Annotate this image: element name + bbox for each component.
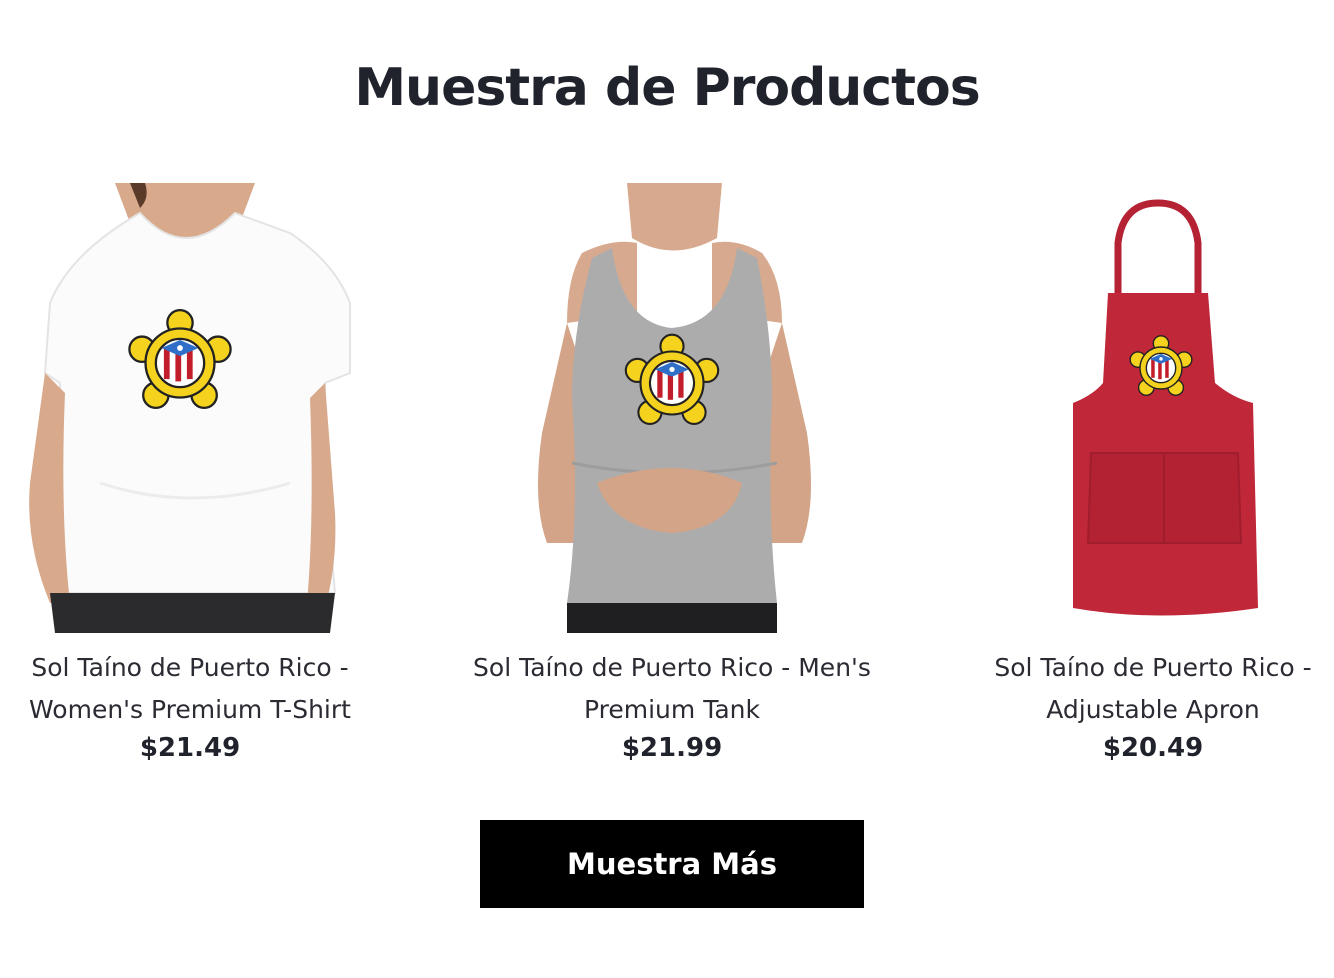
- product-price: $21.49: [139, 733, 241, 763]
- product-card-mens-tank: Sol Taíno de Puerto Rico - Men's Premium…: [472, 183, 872, 783]
- womens-tshirt-image[interactable]: [0, 183, 390, 633]
- show-more-button[interactable]: Muestra Más: [480, 820, 864, 908]
- product-name[interactable]: Sol Taíno de Puerto Rico - Women's Premi…: [0, 647, 390, 731]
- product-card-womens-tshirt: Sol Taíno de Puerto Rico - Women's Premi…: [0, 183, 390, 783]
- product-price: $20.49: [1102, 733, 1204, 763]
- mens-tank-image[interactable]: [472, 183, 872, 633]
- apron-image[interactable]: [953, 183, 1334, 633]
- product-name[interactable]: Sol Taíno de Puerto Rico - Men's Premium…: [472, 647, 872, 731]
- section-title: Muestra de Productos: [354, 58, 980, 118]
- product-grid: Sol Taíno de Puerto Rico - Women's Premi…: [0, 183, 1334, 783]
- product-price: $21.99: [621, 733, 723, 763]
- product-card-apron: Sol Taíno de Puerto Rico - Adjustable Ap…: [953, 183, 1334, 783]
- product-name[interactable]: Sol Taíno de Puerto Rico - Adjustable Ap…: [953, 647, 1334, 731]
